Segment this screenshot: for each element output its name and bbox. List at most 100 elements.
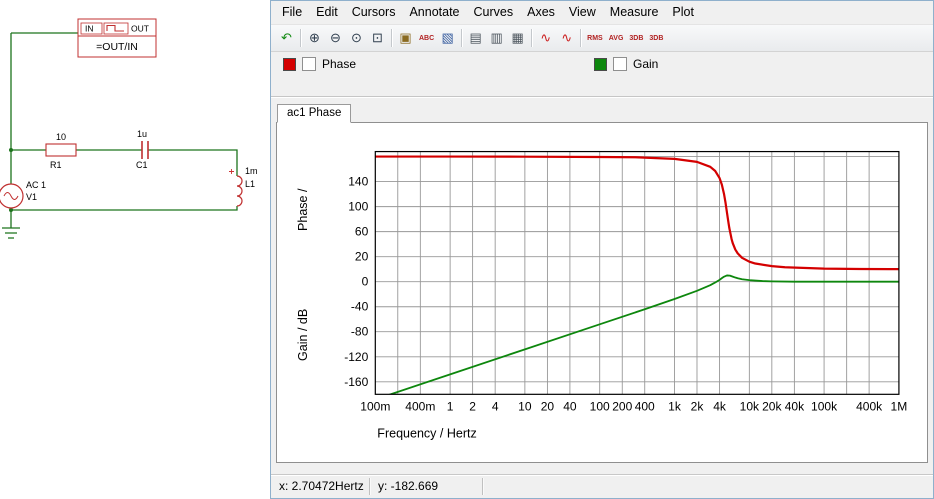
zoom-out-icon[interactable]: ⊖ (325, 28, 346, 49)
rising-edge-icon[interactable]: ∿ (535, 28, 556, 49)
gain-tick-label: -80 (351, 325, 369, 339)
rms-button[interactable]: RMS (584, 28, 606, 49)
zoom-in-icon[interactable]: ⊕ (304, 28, 325, 49)
x-tick-label: 400m (405, 399, 435, 413)
falling-edge-icon[interactable]: ∿ (556, 28, 577, 49)
x-tick-label: 20k (762, 399, 782, 413)
gain-tick-label: -160 (344, 375, 368, 389)
undo-icon[interactable]: ↶ (276, 28, 297, 49)
x-tick-label: 10k (740, 399, 760, 413)
v1-name: V1 (26, 192, 37, 202)
x-tick-label: 1k (668, 399, 682, 413)
db3-second-button[interactable]: 3DB (646, 28, 666, 49)
menu-axes[interactable]: Axes (520, 4, 562, 22)
l1-value: 1m (245, 166, 258, 176)
db3-first-button[interactable]: 3DB (626, 28, 646, 49)
probe-formula: =OUT/IN (96, 41, 138, 53)
gain-tick-label: -40 (351, 300, 369, 314)
probe-in-label: IN (85, 24, 94, 34)
legend-bar: Phase Gain (271, 54, 933, 76)
avg-button[interactable]: AVG (606, 28, 627, 49)
x-tick-label: 400k (856, 399, 883, 413)
x-tick-label: 1 (447, 399, 454, 413)
legend-swatch-phase (283, 57, 296, 71)
phase-axis-label: Phase / (296, 188, 310, 231)
toolbar-separator (461, 29, 463, 47)
menu-measure[interactable]: Measure (603, 4, 666, 22)
v1-value: AC 1 (26, 180, 46, 190)
gain-tick-label: 0 (362, 275, 369, 289)
toolbar-separator (580, 29, 582, 47)
grid-vertical-icon[interactable]: ▥ (486, 28, 507, 49)
cursor-x-readout: x: 2.70472Hertz (271, 478, 370, 495)
legend-checkbox-gain[interactable] (613, 57, 627, 71)
x-tick-label: 4k (713, 399, 727, 413)
gain-tick-label: -120 (344, 350, 368, 364)
schematic: IN OUT =OUT/IN 10 R1 1u C1 1m L1 AC 1 V1 (0, 18, 258, 239)
x-tick-label: 100 (590, 399, 610, 413)
toolbar-separator (391, 29, 392, 47)
menu-cursors[interactable]: Cursors (345, 4, 403, 22)
chart-svg: 100m 400m 1 2 4 10 20 40 100 200 400 1k 2k 4k 10k 20k 40… (296, 150, 908, 440)
legend-swatch-gain (594, 57, 607, 71)
bode-probe[interactable]: IN OUT =OUT/IN (77, 18, 157, 58)
zoom-full-icon[interactable]: ⊙ (346, 28, 367, 49)
probe-out-label: OUT (131, 24, 149, 34)
toolbar-separator (531, 29, 533, 47)
wire-mid (11, 149, 238, 176)
wires (10, 32, 238, 228)
x-tick-label: 20 (541, 399, 555, 413)
plot-area[interactable] (375, 151, 899, 395)
phase-tick-label: 140 (348, 175, 368, 189)
x-tick-label: 1M (891, 399, 908, 413)
tab-strip: ac1 Phase (271, 98, 933, 123)
x-tick-label: 4 (492, 399, 499, 413)
junction-dot (9, 148, 13, 152)
legend-checkbox-phase[interactable] (302, 57, 316, 71)
cursor-y-readout: y: -182.669 (370, 478, 483, 495)
x-tick-label: 10 (518, 399, 532, 413)
annotate-label-icon[interactable]: ABC (416, 28, 437, 49)
phase-tick-label: 60 (355, 225, 369, 239)
x-tick-label: 100k (811, 399, 838, 413)
chart-host: 100m 400m 1 2 4 10 20 40 100 200 400 1k 2k 4k 10k 20k 40… (277, 123, 927, 462)
capacitor-c1[interactable] (141, 141, 149, 159)
r1-value: 10 (56, 132, 66, 142)
menu-bar: File Edit Cursors Annotate Curves Axes View Mea… (271, 1, 933, 24)
c1-value: 1u (137, 129, 147, 139)
phase-tick-label: 100 (348, 200, 368, 214)
add-axis-icon[interactable]: ▧ (437, 28, 458, 49)
x-tick-label: 400 (635, 399, 655, 413)
schematic-panel: IN OUT =OUT/IN 10 R1 1u C1 1m L1 AC 1 V1 (0, 0, 270, 499)
menu-edit[interactable]: Edit (309, 4, 345, 22)
x-tick-label: 2k (691, 399, 705, 413)
menu-plot[interactable]: Plot (665, 4, 701, 22)
screenshot-root: IN OUT =OUT/IN 10 R1 1u C1 1m L1 AC 1 V1… (0, 0, 934, 499)
plot-window: File Edit Cursors Annotate Curves Axes View Mea… (270, 0, 934, 499)
inductor-l1[interactable] (236, 175, 243, 207)
menu-view[interactable]: View (562, 4, 603, 22)
ground-symbol[interactable] (2, 227, 20, 239)
x-tick-label: 100m (360, 399, 390, 413)
menu-annotate[interactable]: Annotate (402, 4, 466, 22)
gain-axis-label: Gain / dB (296, 309, 310, 361)
plot-panel: 100m 400m 1 2 4 10 20 40 100 200 400 1k 2k 4k 10k 20k 40… (276, 122, 928, 463)
tab-ac1-phase[interactable]: ac1 Phase (277, 104, 352, 123)
wire-bottom (11, 206, 238, 211)
grid-horizontal-icon[interactable]: ▤ (465, 28, 486, 49)
legend-label-phase: Phase (322, 57, 357, 71)
menu-file[interactable]: File (275, 4, 309, 22)
copy-graph-icon[interactable]: ▣ (395, 28, 416, 49)
status-bar: x: 2.70472Hertz y: -182.669 (271, 474, 933, 498)
grid-both-icon[interactable]: ▦ (507, 28, 528, 49)
phase-tick-label: 20 (355, 250, 369, 264)
pin-marker (229, 169, 234, 174)
c1-name: C1 (136, 160, 148, 170)
zoom-rect-icon[interactable]: ⊡ (367, 28, 388, 49)
r1-name: R1 (50, 160, 62, 170)
resistor-r1[interactable] (45, 143, 77, 157)
menu-curves[interactable]: Curves (467, 4, 521, 22)
l1-name: L1 (245, 179, 255, 189)
legend-entry-phase: Phase (283, 57, 356, 71)
x-tick-label: 40k (785, 399, 805, 413)
